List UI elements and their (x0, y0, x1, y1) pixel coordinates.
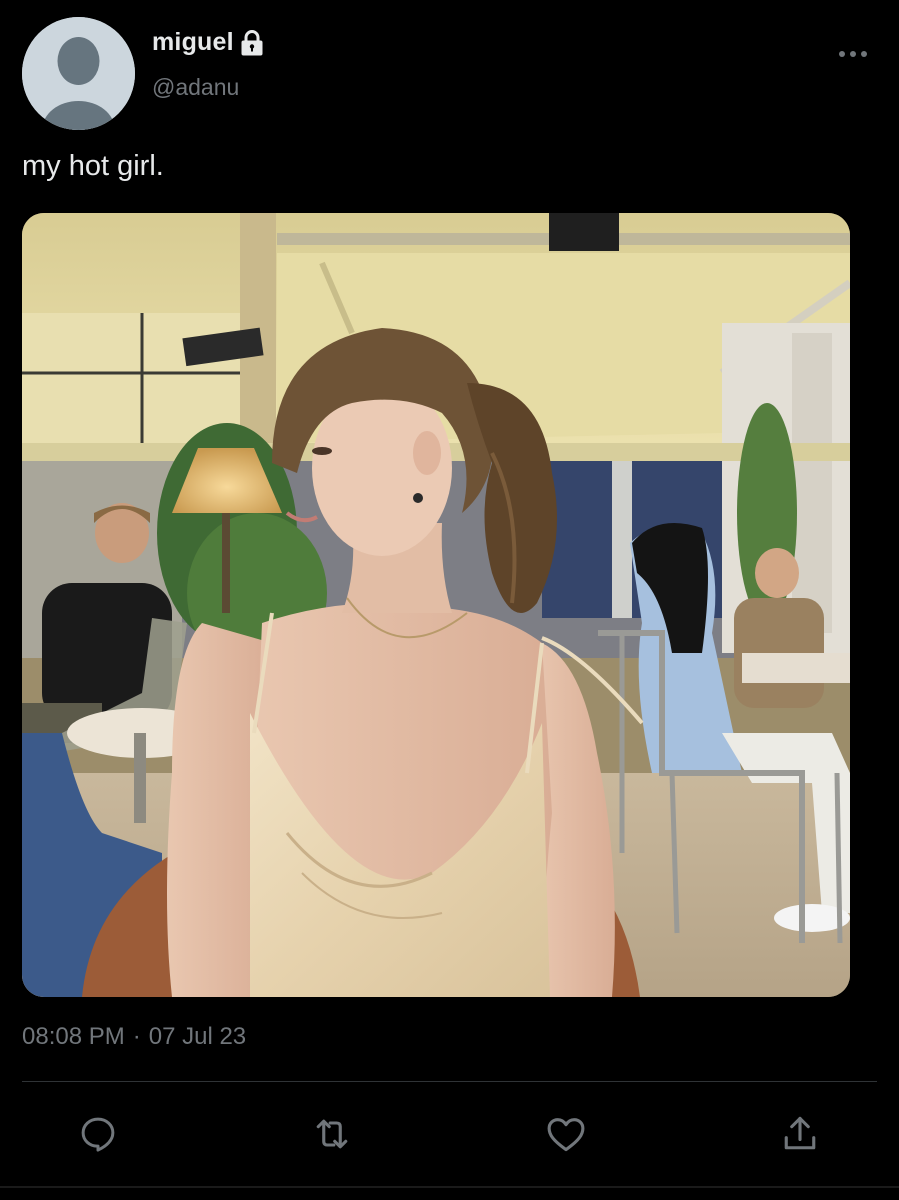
more-horizontal-icon (839, 51, 867, 57)
more-options-button[interactable] (830, 38, 876, 70)
tweet-text: my hot girl. (22, 150, 164, 182)
author-display-name[interactable]: miguel (152, 28, 234, 57)
lock-icon (240, 29, 264, 56)
tweet-action-bar (0, 1108, 899, 1160)
author-handle[interactable]: @adanu (152, 74, 239, 101)
avatar[interactable] (22, 17, 135, 130)
tweet-time: 08:08 PM (22, 1023, 125, 1050)
retweet-button[interactable] (306, 1108, 358, 1160)
divider (22, 1081, 877, 1082)
tweet: miguel @adanu my hot girl. 08:08 PM · 07… (0, 0, 899, 1200)
heart-icon (547, 1118, 585, 1152)
bottom-divider (0, 1186, 899, 1188)
reply-icon (81, 1117, 115, 1152)
tweet-date: 07 Jul 23 (148, 1023, 247, 1050)
tweet-timestamp[interactable]: 08:08 PM · 07 Jul 23 (22, 1023, 246, 1051)
timestamp-separator: · (132, 1023, 141, 1050)
photo-illustration (22, 213, 850, 997)
share-icon (784, 1116, 816, 1150)
default-avatar-icon (22, 17, 135, 130)
author-name-row[interactable]: miguel (152, 28, 264, 57)
like-button[interactable] (540, 1108, 592, 1160)
tweet-photo[interactable] (22, 213, 850, 997)
retweet-icon (316, 1119, 348, 1149)
share-button[interactable] (774, 1108, 826, 1160)
reply-button[interactable] (72, 1108, 124, 1160)
